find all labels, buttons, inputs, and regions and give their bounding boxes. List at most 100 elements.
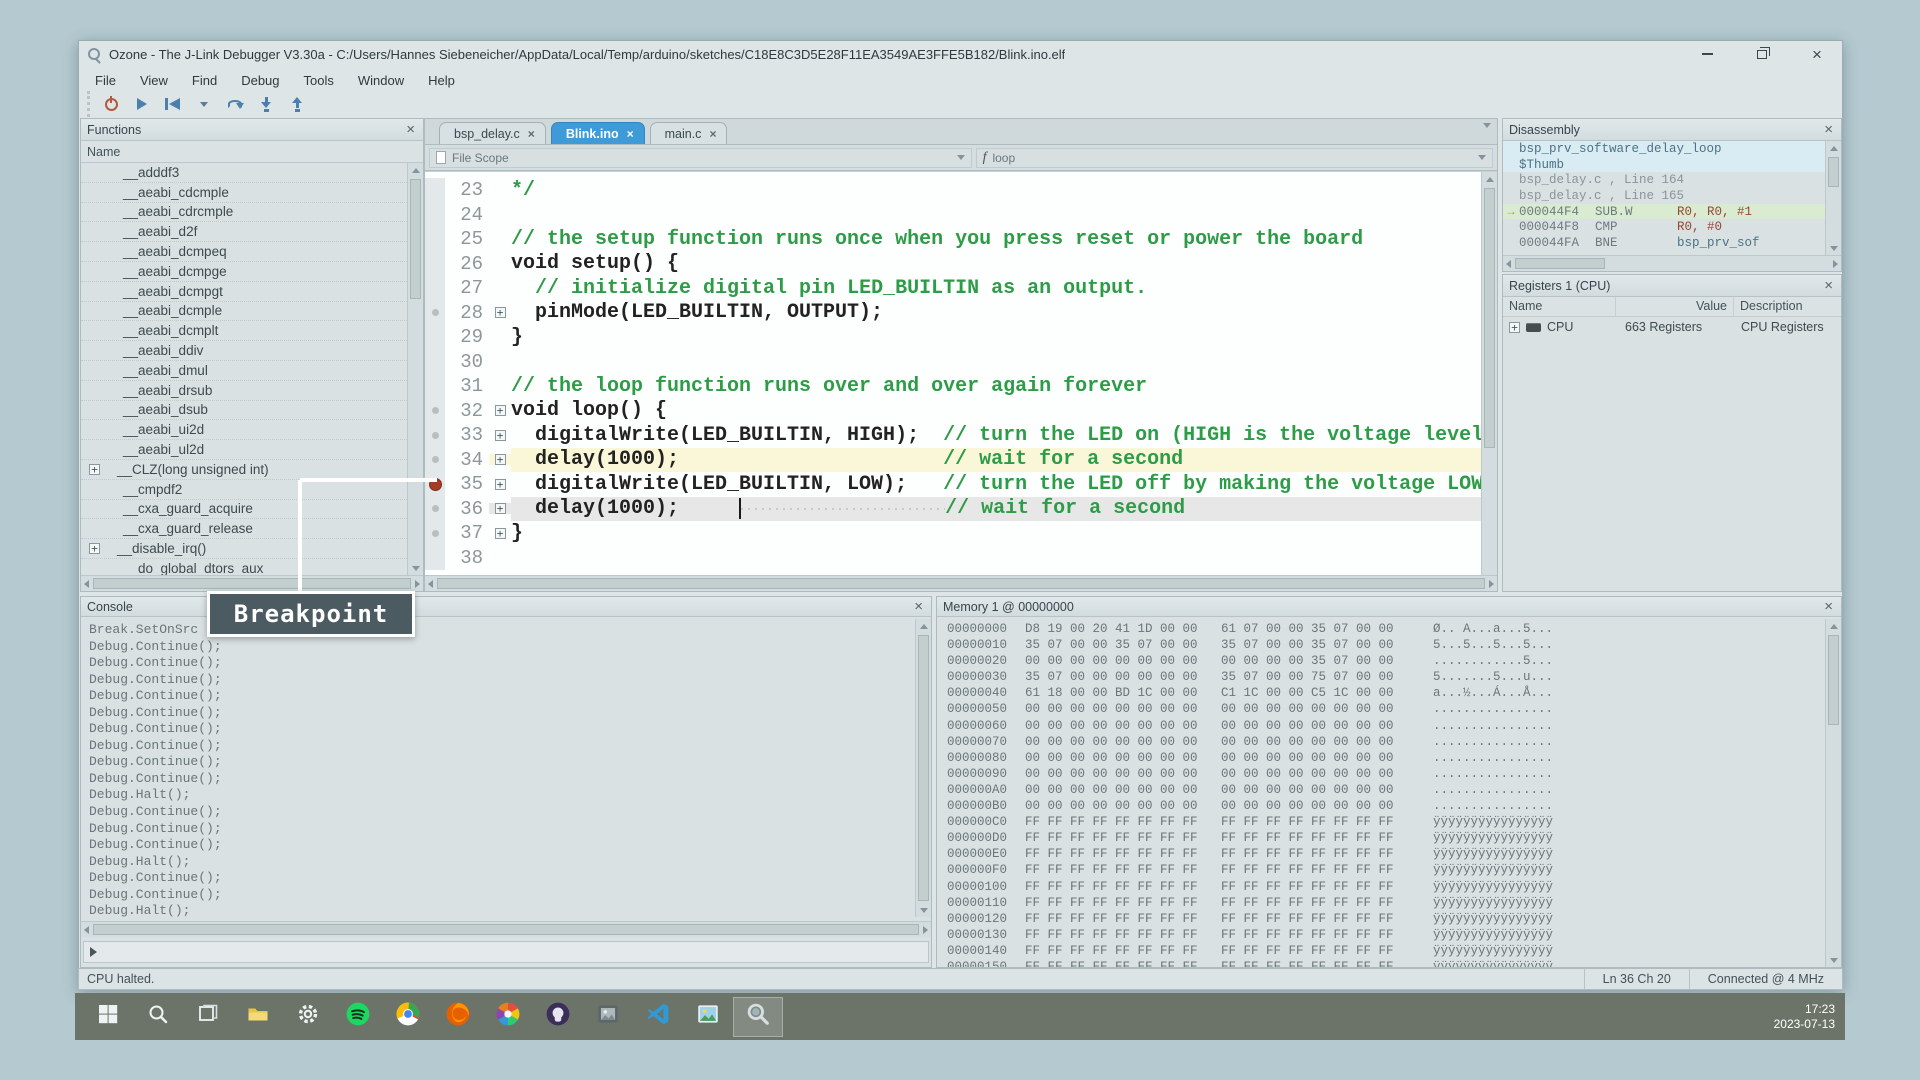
gutter[interactable]	[425, 374, 445, 399]
code-fold-expander[interactable]: +	[489, 528, 511, 539]
editor-hscrollbar[interactable]	[425, 575, 1497, 591]
registers-close-icon[interactable]: ×	[1822, 278, 1835, 293]
step-over-button[interactable]	[224, 94, 246, 114]
function-item[interactable]: __aeabi_dsub	[81, 401, 407, 421]
registers-col-name[interactable]: Name	[1503, 297, 1615, 316]
console-close-icon[interactable]: ×	[912, 599, 925, 614]
function-item[interactable]: __aeabi_dcmplt	[81, 321, 407, 341]
code-text[interactable]: }	[511, 521, 1481, 546]
line-marker-icon[interactable]	[425, 423, 445, 448]
code-fold-expander[interactable]: +	[489, 307, 511, 318]
code-fold-expander[interactable]: +	[489, 405, 511, 416]
tab-overflow-icon[interactable]	[1483, 128, 1491, 146]
function-item[interactable]: __do_global_dtors_aux	[81, 559, 407, 575]
code-area[interactable]: 23*/2425// the setup function runs once …	[425, 171, 1497, 575]
code-line[interactable]: 26void setup() {	[425, 252, 1481, 277]
memory-row[interactable]: 00000100FF FF FF FF FF FF FF FFFF FF FF …	[947, 880, 1825, 896]
expander-icon[interactable]: +	[495, 405, 506, 416]
gutter[interactable]	[425, 350, 445, 375]
console-hscrollbar[interactable]	[81, 921, 931, 937]
expander-icon[interactable]: +	[495, 479, 506, 490]
taskbar-github-desktop[interactable]	[533, 997, 583, 1037]
function-item[interactable]: __aeabi_drsub	[81, 381, 407, 401]
function-item[interactable]: +__disable_irq()	[81, 539, 407, 559]
code-text[interactable]: */	[511, 178, 1481, 203]
line-marker-icon[interactable]	[425, 497, 445, 522]
gutter[interactable]	[425, 252, 445, 277]
reset-dropdown[interactable]	[193, 94, 215, 114]
memory-row[interactable]: 0000005000 00 00 00 00 00 00 0000 00 00 …	[947, 702, 1825, 718]
disassembly-source-ref[interactable]: bsp_delay.c , Line 165	[1503, 188, 1825, 204]
registers-col-description[interactable]: Description	[1733, 297, 1841, 316]
console-vscrollbar[interactable]	[915, 619, 931, 917]
memory-row[interactable]: 0000007000 00 00 00 00 00 00 0000 00 00 …	[947, 735, 1825, 751]
code-text[interactable]	[511, 203, 1481, 228]
functions-close-icon[interactable]: ×	[404, 122, 417, 137]
expander-icon[interactable]: +	[495, 307, 506, 318]
memory-row[interactable]: 0000008000 00 00 00 00 00 00 0000 00 00 …	[947, 751, 1825, 767]
disassembly-vscrollbar[interactable]	[1825, 141, 1841, 255]
menu-find[interactable]: Find	[182, 71, 227, 90]
memory-row[interactable]: 0000002000 00 00 00 00 00 00 0000 00 00 …	[947, 654, 1825, 670]
disassembly-listing[interactable]: bsp_prv_software_delay_loop$Thumb bsp_del…	[1503, 141, 1825, 255]
tab-bsp_delay-c[interactable]: bsp_delay.c×	[439, 122, 546, 144]
memory-row[interactable]: 000000F0FF FF FF FF FF FF FF FFFF FF FF …	[947, 863, 1825, 879]
expander-icon[interactable]: +	[89, 464, 100, 475]
code-line[interactable]: 33+ digitalWrite(LED_BUILTIN, HIGH); // …	[425, 423, 1481, 448]
code-line[interactable]: 34+ delay(1000); // wait for a second	[425, 448, 1481, 473]
taskbar-firefox[interactable]	[433, 997, 483, 1037]
minimize-button[interactable]	[1696, 44, 1718, 64]
code-text[interactable]: // initialize digital pin LED_BUILTIN as…	[511, 276, 1481, 301]
line-marker-icon[interactable]	[425, 399, 445, 424]
code-text[interactable]: delay(1000); // wait for a second	[511, 448, 1481, 473]
taskbar-clock[interactable]: 17:23 2023-07-13	[1774, 1002, 1845, 1032]
memory-vscrollbar[interactable]	[1825, 619, 1841, 967]
file-scope-dropdown[interactable]: File Scope	[429, 148, 972, 168]
disassembly-instruction[interactable]: 000044F8CMPR0, #0	[1503, 219, 1825, 235]
memory-row[interactable]: 000000A000 00 00 00 00 00 00 0000 00 00 …	[947, 783, 1825, 799]
memory-row[interactable]: 000000D0FF FF FF FF FF FF FF FFFF FF FF …	[947, 831, 1825, 847]
function-item[interactable]: __aeabi_dcmpeq	[81, 242, 407, 262]
power-button[interactable]	[100, 94, 122, 114]
memory-row[interactable]: 00000110FF FF FF FF FF FF FF FFFF FF FF …	[947, 896, 1825, 912]
taskbar-screenshot-tool[interactable]	[583, 997, 633, 1037]
code-text[interactable]	[511, 350, 1481, 375]
memory-row[interactable]: 0000004061 18 00 00 BD 1C 00 00C1 1C 00 …	[947, 686, 1825, 702]
function-item[interactable]: __cxa_guard_release	[81, 519, 407, 539]
line-marker-icon[interactable]	[425, 301, 445, 326]
step-into-button[interactable]	[255, 94, 277, 114]
taskbar-settings[interactable]	[283, 997, 333, 1037]
memory-row[interactable]: 000000B000 00 00 00 00 00 00 0000 00 00 …	[947, 799, 1825, 815]
console-command-input[interactable]	[83, 941, 929, 963]
code-text[interactable]: digitalWrite(LED_BUILTIN, LOW); // turn …	[511, 472, 1481, 497]
menu-view[interactable]: View	[130, 71, 178, 90]
code-text[interactable]: void loop() {	[511, 399, 1481, 424]
gutter[interactable]	[425, 325, 445, 350]
memory-row[interactable]: 00000150FF FF FF FF FF FF FF FFFF FF FF …	[947, 960, 1825, 967]
gutter[interactable]	[425, 178, 445, 203]
memory-row[interactable]: 0000009000 00 00 00 00 00 00 0000 00 00 …	[947, 767, 1825, 783]
disassembly-symbol[interactable]: $Thumb	[1503, 157, 1825, 173]
gutter[interactable]	[425, 546, 445, 571]
function-item[interactable]: __aeabi_dcmple	[81, 302, 407, 322]
code-line[interactable]: 31// the loop function runs over and ove…	[425, 374, 1481, 399]
code-line[interactable]: 35+ digitalWrite(LED_BUILTIN, LOW); // t…	[425, 472, 1481, 497]
code-fold-expander[interactable]: +	[489, 454, 511, 465]
expander-icon[interactable]: +	[495, 454, 506, 465]
editor-vscrollbar[interactable]	[1481, 172, 1497, 575]
code-text[interactable]: delay(1000); // wait for a second	[511, 497, 1481, 522]
function-item[interactable]: __aeabi_cdrcmple	[81, 203, 407, 223]
taskbar-color-wheel[interactable]	[483, 997, 533, 1037]
function-item[interactable]: __aeabi_ddiv	[81, 341, 407, 361]
line-marker-icon[interactable]	[425, 521, 445, 546]
function-item[interactable]: __aeabi_cdcmple	[81, 183, 407, 203]
taskbar-spotify[interactable]	[333, 997, 383, 1037]
code-text[interactable]: // the loop function runs over and over …	[511, 374, 1481, 399]
menu-file[interactable]: File	[85, 71, 126, 90]
menu-window[interactable]: Window	[348, 71, 414, 90]
memory-hex-dump[interactable]: 00000000D8 19 00 20 41 1D 00 0061 07 00 …	[937, 619, 1825, 967]
function-item[interactable]: __aeabi_d2f	[81, 222, 407, 242]
code-line[interactable]: 27 // initialize digital pin LED_BUILTIN…	[425, 276, 1481, 301]
disassembly-symbol[interactable]: bsp_prv_software_delay_loop	[1503, 141, 1825, 157]
disassembly-instruction[interactable]: →000044F4SUB.WR0, R0, #1	[1503, 204, 1825, 220]
